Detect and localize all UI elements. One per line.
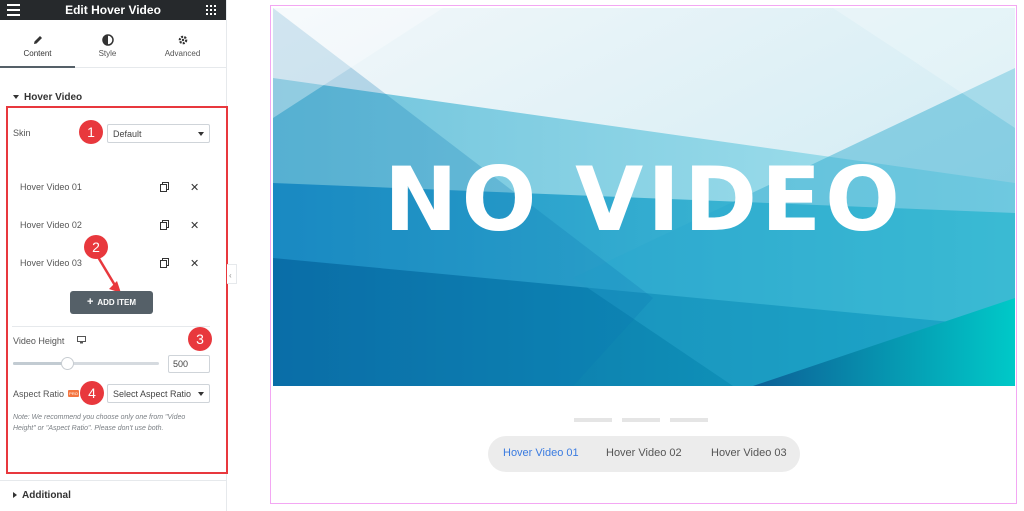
video-tab-03[interactable]: Hover Video 03 [711, 447, 787, 459]
section-additional[interactable]: Additional [13, 490, 71, 501]
no-video-caption: NO VIDEO [384, 148, 904, 251]
slide-indicators [574, 409, 718, 427]
chevron-down-icon [198, 392, 204, 396]
divider [12, 326, 210, 327]
chevron-down-icon [198, 132, 204, 136]
panel-title: Edit Hover Video [65, 3, 161, 17]
add-item-button[interactable]: + ADD ITEM [70, 291, 153, 314]
skin-select[interactable]: Default [107, 124, 210, 143]
tab-label: Content [23, 49, 52, 58]
pencil-icon [33, 36, 42, 44]
half-circle-icon [101, 34, 114, 46]
divider [0, 480, 226, 481]
step-badge-1: 1 [79, 120, 103, 144]
list-item[interactable]: Hover Video 01 ✕ [12, 175, 212, 199]
tab-content[interactable]: Content [0, 20, 75, 68]
video-placeholder[interactable]: NO VIDEO [273, 8, 1015, 386]
video-tab-01[interactable]: Hover Video 01 [503, 447, 579, 459]
skin-label: Skin [13, 128, 31, 138]
panel-header: Edit Hover Video [0, 0, 226, 20]
tab-label: Style [98, 49, 117, 58]
desktop-icon[interactable] [77, 336, 86, 344]
step-badge-4: 4 [80, 381, 104, 405]
duplicate-icon[interactable] [160, 182, 169, 192]
caret-down-icon [13, 95, 19, 100]
close-icon[interactable]: ✕ [190, 257, 199, 270]
section-hover-video[interactable]: Hover Video [13, 92, 82, 103]
tab-style[interactable]: Style [70, 20, 145, 68]
tab-advanced[interactable]: Advanced [145, 20, 220, 68]
tab-label: Advanced [164, 49, 201, 58]
aspect-ratio-placeholder: Select Aspect Ratio [113, 389, 192, 399]
slide-indicator[interactable] [670, 418, 708, 422]
aspect-ratio-label: Aspect Ratio [13, 389, 65, 399]
item-title: Hover Video 02 [20, 220, 82, 230]
slider-fill [13, 362, 68, 365]
widgets-grid-icon[interactable] [206, 5, 216, 15]
slider-handle[interactable] [61, 357, 75, 370]
editor-panel: Edit Hover Video Content Style Advanced … [0, 0, 228, 511]
slide-indicator[interactable] [622, 418, 660, 422]
list-item[interactable]: Hover Video 02 ✕ [12, 213, 212, 237]
skin-select-value: Default [113, 129, 142, 139]
video-tab-02[interactable]: Hover Video 02 [606, 447, 682, 459]
chevron-left-icon: ‹ [229, 271, 232, 280]
close-icon[interactable]: ✕ [190, 219, 199, 232]
help-note: Note: We recommend you choose only one f… [13, 414, 186, 432]
duplicate-icon[interactable] [160, 258, 169, 268]
step-badge-3: 3 [188, 327, 212, 351]
item-title: Hover Video 03 [20, 258, 82, 268]
video-tab-bar: Hover Video 01 Hover Video 02 Hover Vide… [488, 436, 800, 472]
close-icon[interactable]: ✕ [190, 181, 199, 194]
duplicate-icon[interactable] [160, 220, 169, 230]
video-height-slider[interactable] [13, 357, 159, 370]
video-height-input[interactable]: 500 [168, 355, 210, 373]
preview-canvas: NO VIDEO Hover Video 01 Hover Video 02 H… [270, 5, 1017, 504]
gear-icon [178, 35, 187, 45]
plus-icon: + [86, 296, 94, 308]
video-height-label: Video Height [13, 336, 65, 346]
caret-right-icon [13, 492, 17, 499]
panel-collapse-handle[interactable]: ‹ [227, 264, 237, 284]
item-title: Hover Video 01 [20, 182, 82, 192]
pro-badge: PRO [68, 390, 79, 397]
aspect-ratio-select[interactable]: Select Aspect Ratio [107, 384, 210, 403]
slide-indicator[interactable] [574, 418, 612, 422]
panel-tabs: Content Style Advanced [0, 20, 226, 68]
